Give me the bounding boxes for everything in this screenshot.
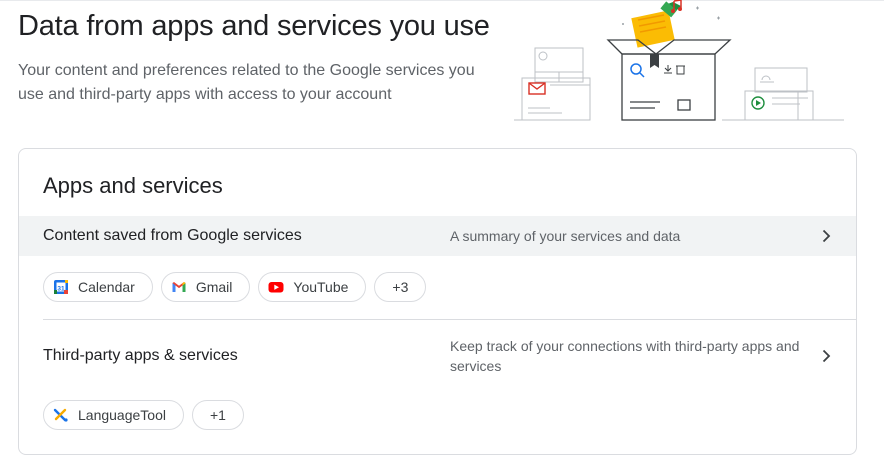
more-third-party-label: +1 (209, 407, 226, 423)
youtube-chip[interactable]: YouTube (258, 272, 367, 302)
more-services-chip[interactable]: +3 (374, 272, 427, 302)
google-services-description: A summary of your services and data (450, 228, 681, 244)
chevron-right-icon (822, 229, 831, 243)
youtube-icon (268, 279, 284, 295)
third-party-chips: LanguageTool +1 (43, 400, 244, 430)
card-title: Apps and services (43, 173, 223, 198)
chevron-right-icon (822, 349, 831, 363)
svg-text:31: 31 (57, 285, 65, 292)
third-party-label: Third-party apps & services (43, 347, 238, 364)
google-services-chips: 31 Calendar Gmail YouTube +3 (43, 272, 427, 302)
section-divider (43, 319, 856, 320)
calendar-icon: 31 (53, 279, 69, 295)
gmail-icon (171, 279, 187, 295)
third-party-description: Keep track of your connections with thir… (450, 338, 800, 374)
languagetool-chip-label: LanguageTool (78, 407, 166, 423)
calendar-chip-label: Calendar (78, 279, 135, 295)
page-subtitle: Your content and preferences related to … (18, 62, 475, 103)
youtube-chip-label: YouTube (293, 279, 349, 295)
languagetool-chip[interactable]: LanguageTool (43, 400, 184, 430)
gmail-chip[interactable]: Gmail (160, 272, 251, 302)
calendar-chip[interactable]: 31 Calendar (43, 272, 153, 302)
languagetool-icon (53, 407, 69, 423)
third-party-row[interactable]: Third-party apps & services Keep track o… (19, 331, 856, 381)
more-third-party-chip[interactable]: +1 (191, 400, 244, 430)
google-services-label: Content saved from Google services (43, 227, 302, 244)
hero-illustration (514, 0, 844, 121)
page-title: Data from apps and services you use (18, 10, 490, 42)
apps-and-services-card: Apps and services Content saved from Goo… (18, 148, 857, 455)
more-services-label: +3 (392, 279, 409, 295)
gmail-chip-label: Gmail (195, 279, 233, 295)
google-services-row[interactable]: Content saved from Google services A sum… (19, 216, 856, 256)
